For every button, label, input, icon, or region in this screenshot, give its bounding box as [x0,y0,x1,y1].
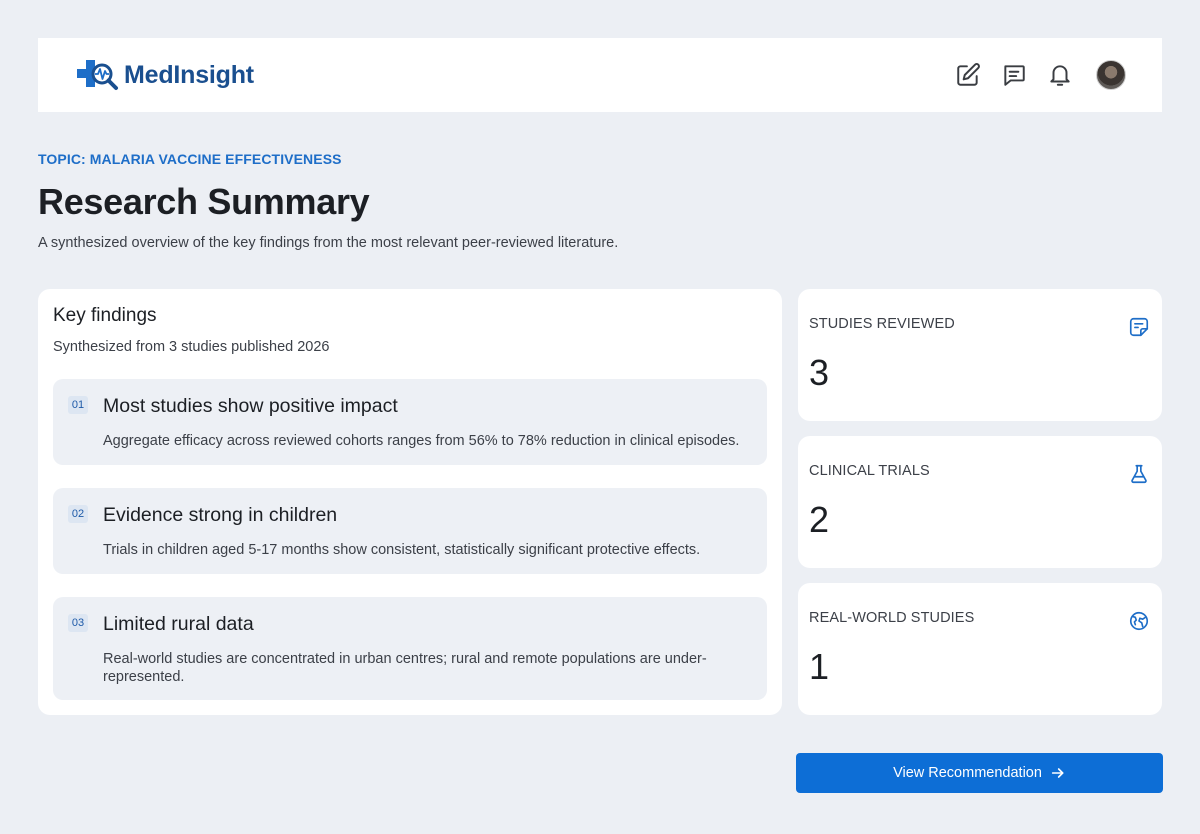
flask-icon [1128,463,1150,485]
finding-item: 03 Limited rural data Real-world studies… [53,597,767,700]
messages-button[interactable] [1000,61,1028,89]
finding-title: Limited rural data [103,613,254,635]
finding-number: 02 [68,505,88,523]
message-icon [1004,65,1025,86]
key-findings-card: Key findings Synthesized from 3 studies … [38,289,782,715]
app-header: MedInsight [38,38,1162,112]
stat-card-clinical-trials: CLINICAL TRIALS 2 [798,436,1162,568]
finding-text: Trials in children aged 5-17 months show… [103,542,701,558]
finding-text: Aggregate efficacy across reviewed cohor… [103,433,740,449]
note-icon [1128,316,1150,338]
view-recommendation-button[interactable]: View Recommendation [796,753,1163,793]
stat-label: REAL-WORLD STUDIES [809,610,975,626]
brand-name: MedInsight [124,60,254,89]
stat-value: 1 [809,646,830,687]
findings-title: Key findings [53,305,157,326]
stat-value: 3 [809,352,830,393]
findings-subtitle: Synthesized from 3 studies published 202… [53,339,330,355]
page-subtitle: A synthesized overview of the key findin… [38,235,619,251]
header-actions [954,60,1126,90]
finding-title: Evidence strong in children [103,504,338,526]
notifications-button[interactable] [1046,61,1074,89]
finding-number: 01 [68,396,88,414]
page-title: Research Summary [38,181,370,222]
finding-item: 01 Most studies show positive impact Agg… [53,379,767,465]
finding-title: Most studies show positive impact [103,395,398,417]
user-avatar[interactable] [1096,60,1126,90]
cta-label: View Recommendation [893,765,1042,781]
finding-item: 02 Evidence strong in children Trials in… [53,488,767,574]
stat-value: 2 [809,499,830,540]
finding-number: 03 [68,614,88,632]
stat-label: CLINICAL TRIALS [809,463,930,479]
topic-label: TOPIC: MALARIA VACCINE EFFECTIVENESS [38,151,342,167]
edit-icon [957,63,980,86]
finding-text: Real-world studies are concentrated in u… [103,651,707,685]
bell-icon [1050,65,1070,86]
brand-logo[interactable]: MedInsight [74,58,254,92]
arrow-right-icon [1051,768,1064,778]
medinsight-logo-icon [77,60,118,90]
stat-card-real-world-studies: REAL-WORLD STUDIES 1 [798,583,1162,715]
edit-button[interactable] [954,61,982,89]
stat-label: STUDIES REVIEWED [809,316,955,332]
stat-card-studies-reviewed: STUDIES REVIEWED 3 [798,289,1162,421]
globe-icon [1128,610,1150,632]
